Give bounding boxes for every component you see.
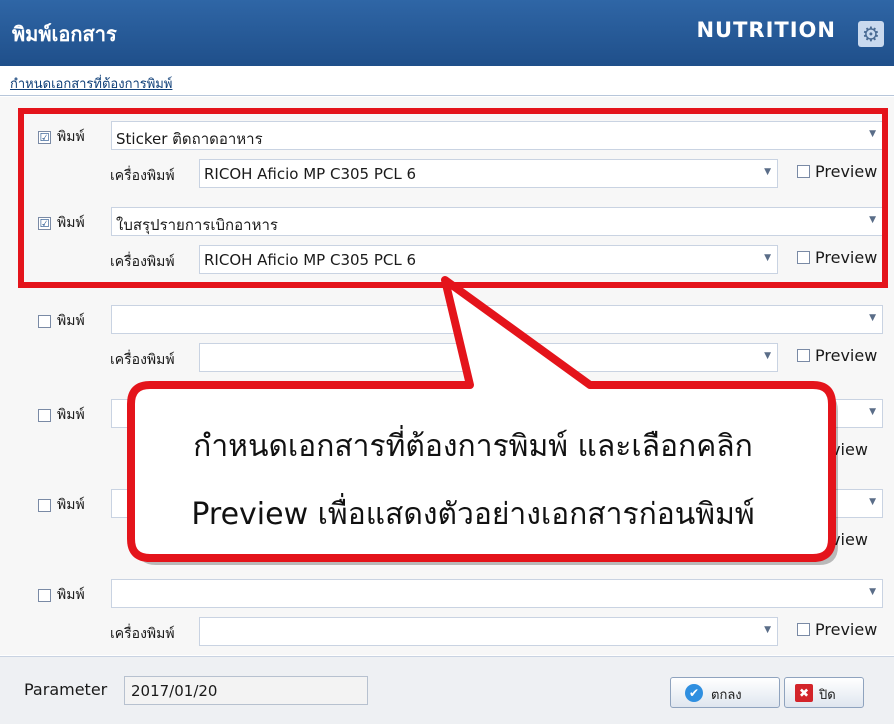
section-header-label: กำหนดเอกสารที่ต้องการพิมพ์ [10,77,173,92]
print-checkbox-4[interactable] [38,409,51,422]
section-header: กำหนดเอกสารที่ต้องการพิมพ์ [0,66,894,96]
gear-icon[interactable]: ⚙ [858,21,884,47]
ok-button-label: ตกลง [711,688,742,703]
checkmark-icon: ✔ [685,684,703,702]
print-label-4: พิมพ์ [57,407,85,423]
print-row-3: พิมพ์ ▼ เครื่องพิมพ์ ▼ Preview [0,301,894,381]
printer-select-6[interactable]: ▼ [199,617,778,646]
printer-select-3[interactable]: ▼ [199,343,778,372]
close-button[interactable]: ✖ ปิด [784,677,864,708]
print-label-5: พิมพ์ [57,497,85,513]
close-icon: ✖ [795,684,813,702]
module-name: NUTRITION [696,18,836,42]
chevron-down-icon: ▼ [869,587,876,597]
print-checkbox-3[interactable] [38,315,51,328]
printer-label-6: เครื่องพิมพ์ [110,626,175,642]
footer-bar: Parameter 2017/01/20 ✔ ตกลง ✖ ปิด [0,656,894,724]
document-select-6[interactable]: ▼ [111,579,883,608]
parameter-field[interactable]: 2017/01/20 [124,676,368,705]
print-label-3: พิมพ์ [57,313,85,329]
callout-text-line-1: กำหนดเอกสารที่ต้องการพิมพ์ และเลือกคลิก [193,429,753,464]
chevron-down-icon: ▼ [869,313,876,323]
chevron-down-icon: ▼ [869,407,876,417]
ok-button[interactable]: ✔ ตกลง [670,677,780,708]
chevron-down-icon: ▼ [869,497,876,507]
document-select-3[interactable]: ▼ [111,305,883,334]
preview-checkbox-3[interactable] [797,349,810,362]
preview-label-3: Preview [815,346,878,365]
highlight-box [18,108,888,288]
preview-checkbox-6[interactable] [797,623,810,636]
chevron-down-icon: ▼ [764,625,771,635]
preview-label-6: Preview [815,620,878,639]
printer-label-3: เครื่องพิมพ์ [110,352,175,368]
print-row-6: พิมพ์ ▼ เครื่องพิมพ์ ▼ Preview [0,575,894,655]
title-bar: พิมพ์เอกสาร NUTRITION ⚙ [0,0,894,66]
callout-text-line-2: Preview เพื่อแสดงตัวอย่างเอกสารก่อนพิมพ์ [191,497,755,532]
chevron-down-icon: ▼ [764,351,771,361]
parameter-value: 2017/01/20 [131,682,218,700]
parameter-label: Parameter [24,680,108,699]
window-title: พิมพ์เอกสาร [12,22,117,46]
print-checkbox-6[interactable] [38,589,51,602]
print-label-6: พิมพ์ [57,587,85,603]
print-checkbox-5[interactable] [38,499,51,512]
close-button-label: ปิด [819,688,836,703]
